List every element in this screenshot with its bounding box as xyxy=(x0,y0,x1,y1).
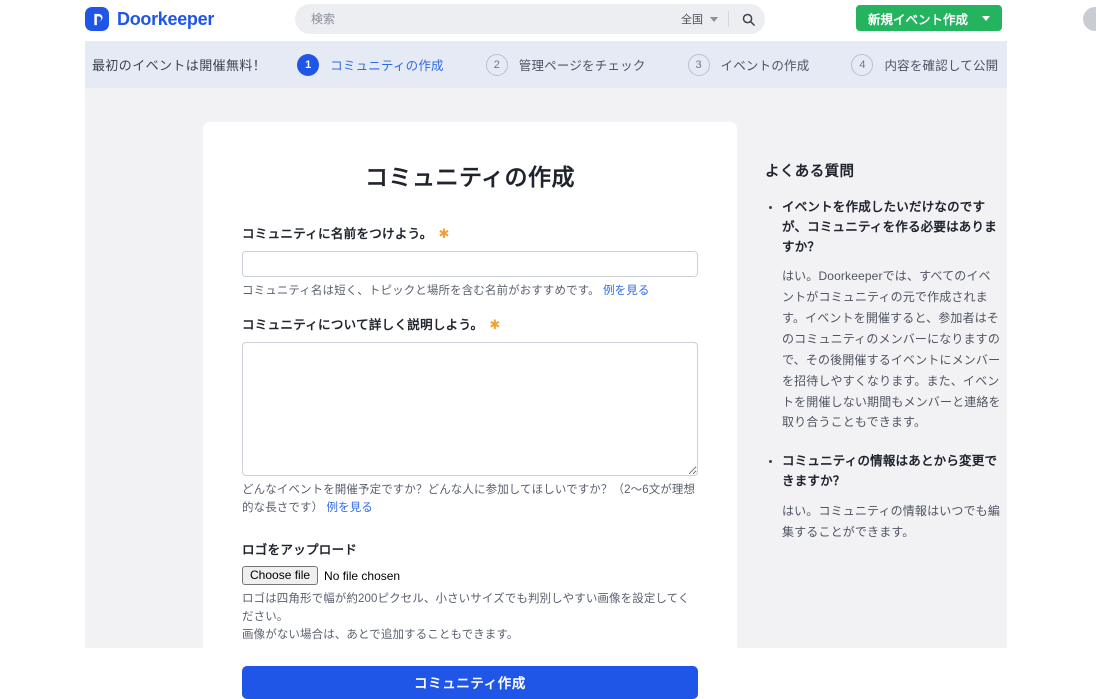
faq-item: コミュニティの情報はあとから変更できますか？ はい。コミュニティの情報はいつでも… xyxy=(782,452,1001,542)
new-event-label: 新規イベント作成 xyxy=(868,12,969,27)
top-navigation-bar: Doorkeeper 全国 新規イベント作成 xyxy=(0,0,1096,38)
faq-item: イベントを作成したいだけなのですが、コミュニティを作る必要はありますか？ はい。… xyxy=(782,198,1001,433)
faq-question: イベントを作成したいだけなのですが、コミュニティを作る必要はありますか？ xyxy=(782,200,997,254)
create-community-button[interactable]: コミュニティ作成 xyxy=(242,665,698,699)
brand-logo[interactable]: Doorkeeper xyxy=(85,7,214,31)
faq-list: イベントを作成したいだけなのですが、コミュニティを作る必要はありますか？ はい。… xyxy=(765,198,1001,543)
file-status-text: No file chosen xyxy=(324,568,401,583)
step-number: 2 xyxy=(485,53,508,76)
step-list: 1 コミュニティの作成 2 管理ページをチェック 3 イベントの作成 4 内容を… xyxy=(297,53,999,76)
step-label: イベントの作成 xyxy=(720,59,810,73)
promo-text: 最初のイベントは開催無料！ xyxy=(92,58,267,73)
step-label: 管理ページをチェック xyxy=(518,59,646,73)
region-selector[interactable]: 全国 xyxy=(681,11,728,27)
community-description-hint: どんなイベントを開催予定ですか？どんな人に参加してほしいですか？（2〜6文が理想… xyxy=(242,482,698,518)
community-name-hint-text: コミュニティ名は短く、トピックと場所を含む名前がおすすめです。 xyxy=(242,285,600,297)
nav-inner: Doorkeeper 全国 新規イベント作成 xyxy=(85,0,1096,38)
community-description-hint-text: どんなイベントを開催予定ですか？どんな人に参加してほしいですか？（2〜6文が理想… xyxy=(242,483,696,514)
doorkeeper-logo-icon xyxy=(85,7,109,31)
community-description-label-text: コミュニティについて詳しく説明しよう。 xyxy=(242,317,484,332)
community-name-example-link[interactable]: 例を見る xyxy=(603,285,649,297)
create-community-card: コミュニティの作成 コミュニティに名前をつけよう。 ✱ コミュニティ名は短く、ト… xyxy=(203,122,737,699)
step-4-review-and-publish[interactable]: 4 内容を確認して公開 xyxy=(851,53,999,76)
step-3-create-event[interactable]: 3 イベントの作成 xyxy=(687,53,810,76)
brand-name: Doorkeeper xyxy=(117,9,215,29)
logo-upload-label-text: ロゴをアップロード xyxy=(242,543,358,558)
community-name-input[interactable] xyxy=(242,251,698,277)
page-root: Doorkeeper 全国 新規イベント作成 xyxy=(0,0,1096,699)
search-input[interactable] xyxy=(309,11,643,27)
page-title: コミュニティの作成 xyxy=(364,164,576,190)
community-name-label-text: コミュニティに名前をつけよう。 xyxy=(242,227,433,241)
choose-file-button[interactable]: Choose file xyxy=(242,566,319,586)
faq-question: コミュニティの情報はあとから変更できますか？ xyxy=(782,454,998,488)
onboarding-stepper: 最初のイベントは開催無料！ 1 コミュニティの作成 2 管理ページをチェック 3… xyxy=(85,41,1007,88)
search-icon xyxy=(742,13,755,26)
step-1-create-community[interactable]: 1 コミュニティの作成 xyxy=(297,53,444,76)
faq-section: よくある質問 イベントを作成したいだけなのですが、コミュニティを作る必要はありま… xyxy=(765,160,1001,562)
community-description-example-link[interactable]: 例を見る xyxy=(327,502,373,514)
new-event-button[interactable]: 新規イベント作成 xyxy=(856,5,1003,31)
region-label: 全国 xyxy=(681,14,703,26)
step-2-check-admin-page[interactable]: 2 管理ページをチェック xyxy=(485,53,646,76)
step-number: 1 xyxy=(297,53,320,76)
step-label: 内容を確認して公開 xyxy=(884,59,999,73)
community-form: コミュニティに名前をつけよう。 ✱ コミュニティ名は短く、トピックと場所を含む名… xyxy=(203,223,737,699)
community-description-label: コミュニティについて詳しく説明しよう。 ✱ xyxy=(242,314,698,333)
required-marker-icon: ✱ xyxy=(438,226,450,241)
faq-title: よくある質問 xyxy=(765,164,855,180)
logo-upload-hint: ロゴは四角形で幅が約200ピクセル、小さいサイズでも判別しやすい画像を設定してく… xyxy=(242,591,698,644)
logo-file-input[interactable]: Choose file No file chosen xyxy=(242,566,698,586)
step-number: 4 xyxy=(851,53,874,76)
chevron-down-icon xyxy=(982,15,991,21)
faq-answer: はい。コミュニティの情報はいつでも編集することができます。 xyxy=(782,503,1000,539)
avatar[interactable] xyxy=(1083,7,1096,31)
community-name-hint: コミュニティ名は短く、トピックと場所を含む名前がおすすめです。 例を見る xyxy=(242,283,698,301)
community-name-label: コミュニティに名前をつけよう。 ✱ xyxy=(242,223,698,242)
step-label: コミュニティの作成 xyxy=(330,59,444,73)
community-description-textarea[interactable] xyxy=(242,341,698,476)
faq-answer: はい。Doorkeeperでは、すべてのイベントがコミュニティの元で作成されます… xyxy=(782,269,1001,430)
search-bar[interactable]: 全国 xyxy=(295,4,765,34)
required-marker-icon: ✱ xyxy=(489,316,501,332)
divider xyxy=(728,11,729,27)
chevron-down-icon xyxy=(710,16,718,22)
logo-upload-label: ロゴをアップロード xyxy=(242,539,698,558)
logo-upload-hint-line-2: 画像がない場合は、あとで追加することもできます。 xyxy=(242,629,519,642)
step-number: 3 xyxy=(687,53,710,76)
search-button[interactable] xyxy=(731,4,765,34)
logo-upload-hint-line-1: ロゴは四角形で幅が約200ピクセル、小さいサイズでも判別しやすい画像を設定してく… xyxy=(242,593,690,624)
